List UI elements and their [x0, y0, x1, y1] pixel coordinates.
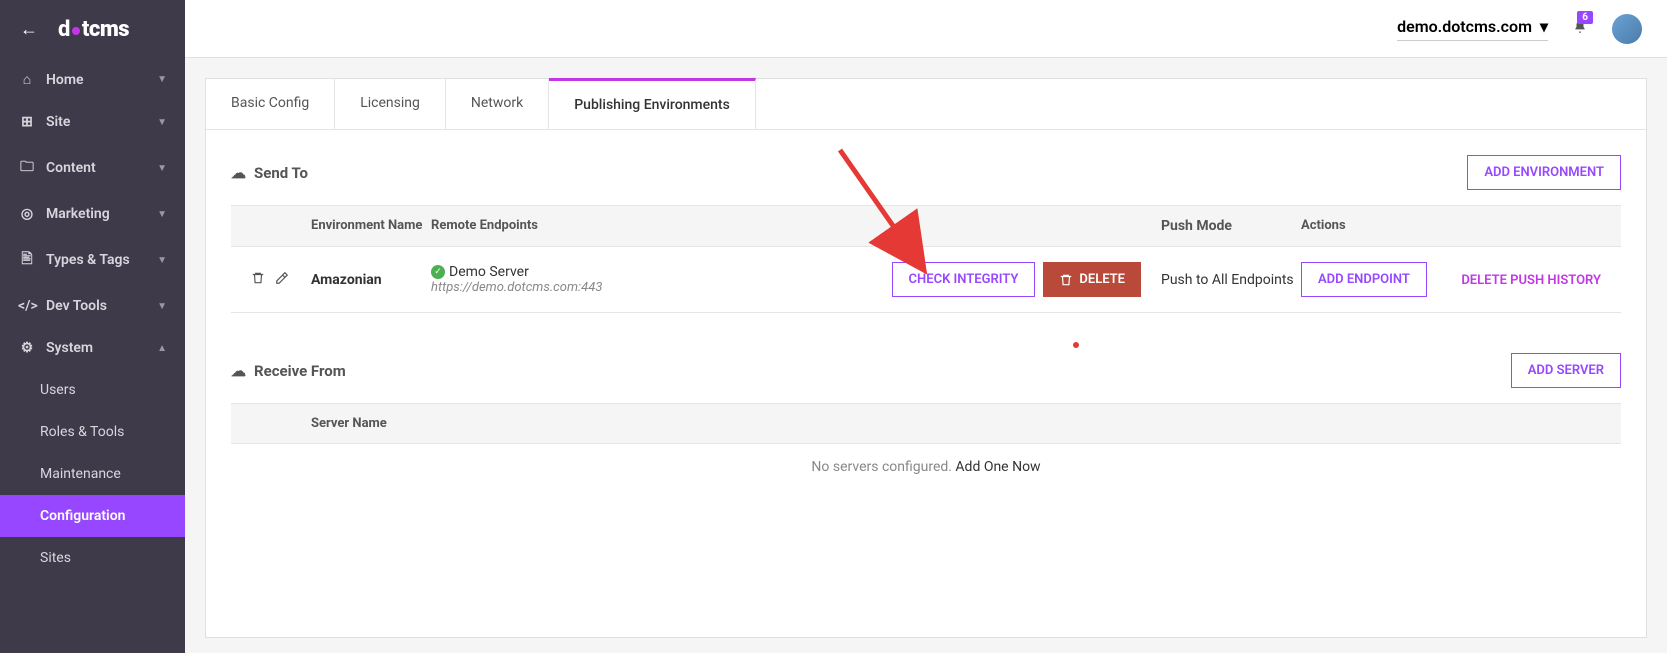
- col-actions: Actions: [1301, 218, 1431, 234]
- site-name: demo.dotcms.com: [1397, 17, 1532, 36]
- code-icon: </>: [18, 298, 36, 314]
- home-icon: ⌂: [18, 71, 36, 88]
- col-env-name: Environment Name: [311, 218, 431, 234]
- cloud-upload-icon: ☁: [231, 164, 246, 182]
- add-endpoint-button[interactable]: ADD ENDPOINT: [1301, 262, 1427, 297]
- nav-sub-users[interactable]: Users: [0, 369, 185, 411]
- col-endpoints: Remote Endpoints: [431, 218, 1161, 234]
- col-server-name: Server Name: [311, 416, 387, 431]
- add-environment-button[interactable]: ADD ENVIRONMENT: [1467, 155, 1621, 190]
- nav-sub-sites[interactable]: Sites: [0, 537, 185, 579]
- trash-icon: [1059, 273, 1073, 287]
- check-integrity-button[interactable]: CHECK INTEGRITY: [892, 262, 1036, 297]
- sitemap-icon: ⊞: [18, 114, 36, 130]
- endpoint-name: Demo Server: [449, 264, 529, 280]
- notifications-button[interactable]: 6: [1573, 19, 1587, 38]
- notif-badge: 6: [1577, 11, 1593, 24]
- endpoint-url: https://demo.dotcms.com:443: [431, 280, 602, 295]
- nav-sub-configuration[interactable]: Configuration: [0, 495, 185, 537]
- target-icon: ◎: [18, 206, 36, 222]
- gear-icon: ⚙: [18, 340, 36, 356]
- add-server-button[interactable]: ADD SERVER: [1511, 353, 1621, 388]
- delete-label: DELETE: [1079, 272, 1125, 287]
- nav-sub-maintenance[interactable]: Maintenance: [0, 453, 185, 495]
- push-mode: Push to All Endpoints: [1161, 272, 1301, 288]
- table-header: Server Name: [231, 404, 1621, 444]
- env-name: Amazonian: [311, 272, 431, 288]
- topbar: demo.dotcms.com ▾ 6: [185, 0, 1667, 58]
- table-row: Amazonian ✓ Demo Server https://demo.dot…: [231, 247, 1621, 313]
- edit-env-icon[interactable]: [275, 271, 289, 289]
- tab-licensing[interactable]: Licensing: [335, 79, 446, 129]
- logo: dtcms: [58, 17, 129, 42]
- cloud-download-icon: ☁: [231, 362, 246, 380]
- send-to-title: Send To: [254, 164, 308, 182]
- status-ok-icon: ✓: [431, 265, 445, 279]
- col-push: Push Mode: [1161, 218, 1301, 234]
- chevron-down-icon: ▼: [157, 74, 167, 85]
- delete-push-history-link[interactable]: DELETE PUSH HISTORY: [1461, 273, 1601, 288]
- tab-publishing-environments[interactable]: Publishing Environments: [549, 78, 756, 129]
- chevron-down-icon: ▼: [157, 117, 167, 128]
- sidebar-header: ← dtcms: [0, 0, 185, 58]
- nav-content[interactable]: 🗀 Content ▼: [0, 143, 185, 193]
- empty-text: No servers configured.: [811, 459, 955, 475]
- user-avatar[interactable]: [1612, 14, 1642, 44]
- nav-dev-tools[interactable]: </> Dev Tools ▼: [0, 285, 185, 327]
- chevron-up-icon: ▲: [157, 343, 167, 354]
- nav-system[interactable]: ⚙ System ▲: [0, 327, 185, 369]
- site-selector[interactable]: demo.dotcms.com ▾: [1397, 17, 1548, 41]
- nav-home[interactable]: ⌂ Home ▼: [0, 58, 185, 101]
- file-icon: 🖹: [18, 248, 36, 272]
- back-button[interactable]: ←: [20, 19, 38, 40]
- chevron-down-icon: ▼: [157, 163, 167, 174]
- delete-endpoint-button[interactable]: DELETE: [1043, 262, 1141, 297]
- nav-label: System: [46, 340, 93, 356]
- nav-label: Dev Tools: [46, 298, 107, 314]
- caret-down-icon: ▾: [1540, 17, 1548, 36]
- tab-network[interactable]: Network: [446, 79, 549, 129]
- folder-icon: 🗀: [18, 156, 36, 180]
- nav-marketing[interactable]: ◎ Marketing ▼: [0, 193, 185, 235]
- chevron-down-icon: ▼: [157, 255, 167, 266]
- receive-from-header: ☁ Receive From ADD SERVER: [231, 353, 1621, 388]
- nav-label: Marketing: [46, 206, 110, 222]
- nav-types-tags[interactable]: 🖹 Types & Tags ▼: [0, 235, 185, 285]
- nav-label: Types & Tags: [46, 252, 130, 268]
- annotation-dot: [1073, 342, 1079, 348]
- nav-label: Content: [46, 160, 96, 176]
- chevron-down-icon: ▼: [157, 301, 167, 312]
- receive-from-title: Receive From: [254, 362, 346, 380]
- sidebar: ← dtcms ⌂ Home ▼ ⊞ Site ▼ 🗀 Content ▼ ◎ …: [0, 0, 185, 653]
- environments-table: Environment Name Remote Endpoints Push M…: [231, 205, 1621, 313]
- send-to-header: ☁ Send To ADD ENVIRONMENT: [231, 155, 1621, 190]
- trash-icon: [251, 271, 265, 285]
- main-content: Basic Config Licensing Network Publishin…: [185, 58, 1667, 653]
- nav-sub-roles[interactable]: Roles & Tools: [0, 411, 185, 453]
- add-one-now-link[interactable]: Add One Now: [955, 459, 1040, 475]
- pencil-icon: [275, 271, 289, 285]
- chevron-down-icon: ▼: [157, 209, 167, 220]
- empty-state: No servers configured. Add One Now: [231, 444, 1621, 490]
- nav-label: Home: [46, 72, 84, 88]
- tab-basic-config[interactable]: Basic Config: [206, 79, 335, 129]
- nav-site[interactable]: ⊞ Site ▼: [0, 101, 185, 143]
- servers-table: Server Name No servers configured. Add O…: [231, 403, 1621, 490]
- table-header: Environment Name Remote Endpoints Push M…: [231, 206, 1621, 247]
- delete-env-icon[interactable]: [251, 271, 265, 289]
- tabs: Basic Config Licensing Network Publishin…: [206, 79, 1646, 130]
- config-panel: Basic Config Licensing Network Publishin…: [205, 78, 1647, 638]
- nav-label: Site: [46, 114, 70, 130]
